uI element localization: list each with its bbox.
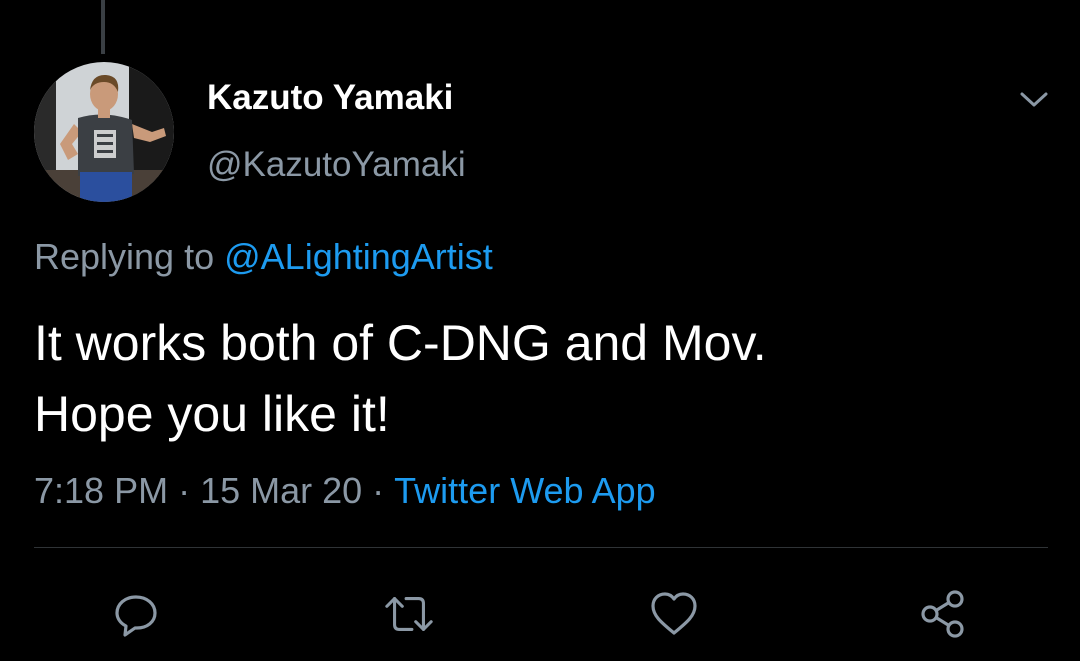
- thread-connector-line: [101, 0, 105, 54]
- tweet-text: It works both of C-DNG and Mov. Hope you…: [34, 308, 1044, 450]
- tweet-date[interactable]: 15 Mar 20: [200, 470, 362, 511]
- avatar-photo: [34, 62, 174, 202]
- reply-button[interactable]: [110, 588, 162, 640]
- meta-separator: ·: [372, 470, 385, 511]
- avatar[interactable]: [34, 62, 174, 202]
- share-icon: [921, 590, 964, 638]
- reply-icon: [115, 595, 157, 637]
- replying-to-label: Replying to: [34, 236, 215, 277]
- tweet-text-line: Hope you like it!: [34, 386, 390, 442]
- tweet-time[interactable]: 7:18 PM: [34, 470, 168, 511]
- retweet-icon: [385, 597, 433, 631]
- chevron-down-icon: [1020, 92, 1048, 107]
- heart-icon: [651, 592, 697, 635]
- divider: [34, 547, 1048, 548]
- replying-to-line: Replying to @ALightingArtist: [34, 236, 493, 278]
- author-display-name[interactable]: Kazuto Yamaki: [207, 78, 453, 118]
- meta-separator: ·: [178, 470, 191, 511]
- replying-to-mention-link[interactable]: @ALightingArtist: [224, 236, 493, 277]
- retweet-button[interactable]: [383, 588, 435, 640]
- tweet-source-link[interactable]: Twitter Web App: [394, 470, 655, 511]
- author-handle[interactable]: @KazutoYamaki: [207, 145, 466, 185]
- tweet-text-line: It works both of C-DNG and Mov.: [34, 315, 767, 371]
- share-button[interactable]: [917, 588, 969, 640]
- tweet-metadata: 7:18 PM · 15 Mar 20 · Twitter Web App: [34, 470, 656, 512]
- more-options-button[interactable]: [1012, 80, 1056, 120]
- like-button[interactable]: [648, 588, 700, 640]
